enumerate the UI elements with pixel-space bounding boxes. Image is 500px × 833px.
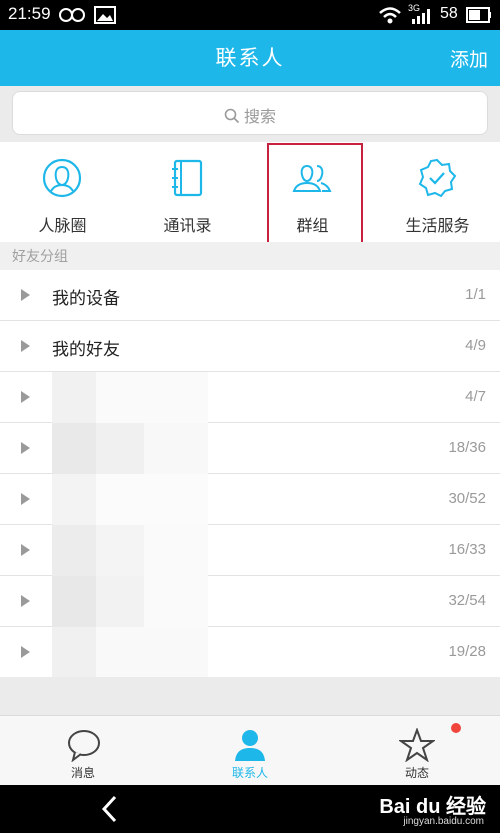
- expand-arrow-icon: [21, 340, 30, 352]
- group-name: 我的设备: [52, 289, 120, 309]
- star-icon: [399, 728, 435, 762]
- obscured-group-name: [52, 627, 208, 678]
- expand-arrow-icon: [21, 544, 30, 556]
- battery-icon: [466, 7, 491, 23]
- watermark-brand: Bai du 经验: [379, 796, 486, 818]
- tab-moments[interactable]: 动态: [334, 716, 500, 786]
- expand-arrow-icon: [21, 595, 30, 607]
- list-item[interactable]: 我的好友 4/9: [0, 321, 500, 372]
- groups-highlight-box: [267, 143, 363, 253]
- notification-badge: [451, 723, 461, 733]
- list-item[interactable]: 4/7: [0, 372, 500, 423]
- service-badge-icon: [418, 158, 457, 198]
- infinity-icon: [59, 8, 85, 22]
- quick-item-address-book[interactable]: 通讯录: [125, 142, 250, 242]
- obscured-group-name: [52, 423, 208, 474]
- expand-arrow-icon: [21, 493, 30, 505]
- group-count: 16/33: [448, 541, 486, 558]
- expand-arrow-icon: [21, 646, 30, 658]
- quick-actions: 人脉圈 通讯录 群组 生活服务: [0, 142, 500, 242]
- app-header: 联系人 添加: [0, 30, 500, 86]
- quick-item-network-circle[interactable]: 人脉圈: [0, 142, 125, 242]
- search-icon: [224, 108, 240, 124]
- group-count: 19/28: [448, 643, 486, 660]
- group-count: 1/1: [465, 286, 486, 303]
- quick-label-address-book: 通讯录: [163, 216, 212, 235]
- signal-icon: [412, 9, 430, 24]
- battery-level: 58: [440, 5, 458, 22]
- person-circle-icon: [42, 158, 82, 198]
- search-placeholder: 搜索: [243, 107, 276, 126]
- expand-arrow-icon: [21, 391, 30, 403]
- search-area: 搜索: [0, 86, 500, 142]
- image-icon: [94, 6, 116, 24]
- section-label: 好友分组: [0, 242, 500, 270]
- status-bar: 21:59 3G 58: [0, 0, 500, 30]
- tab-messages[interactable]: 消息: [0, 716, 166, 786]
- group-count: 32/54: [448, 592, 486, 609]
- group-count: 4/9: [465, 337, 486, 354]
- chat-bubble-icon: [68, 730, 100, 762]
- quick-item-life-services[interactable]: 生活服务: [375, 142, 500, 242]
- group-count: 18/36: [448, 439, 486, 456]
- address-book-icon: [172, 159, 203, 197]
- add-button[interactable]: 添加: [450, 45, 488, 72]
- group-name: 我的好友: [52, 340, 120, 360]
- tab-contacts[interactable]: 联系人: [167, 716, 333, 786]
- list-item[interactable]: 18/36: [0, 423, 500, 474]
- expand-arrow-icon: [21, 289, 30, 301]
- obscured-group-name: [52, 474, 208, 525]
- group-count: 30/52: [448, 490, 486, 507]
- list-item[interactable]: 我的设备 1/1: [0, 270, 500, 321]
- obscured-group-name: [52, 576, 208, 627]
- contact-person-icon: [235, 730, 265, 761]
- friend-group-list: 我的设备 1/1 我的好友 4/9 4/7 18/36 30/52 16/33 …: [0, 270, 500, 678]
- back-arrow-icon[interactable]: [98, 794, 122, 824]
- list-item[interactable]: 16/33: [0, 525, 500, 576]
- page-title: 联系人: [215, 46, 285, 70]
- watermark-site: jingyan.baidu.com: [403, 816, 484, 827]
- list-item[interactable]: 32/54: [0, 576, 500, 627]
- obscured-group-name: [52, 372, 208, 423]
- tab-label-moments: 动态: [404, 766, 429, 780]
- tab-label-messages: 消息: [70, 766, 95, 780]
- list-item[interactable]: 19/28: [0, 627, 500, 678]
- expand-arrow-icon: [21, 442, 30, 454]
- search-placeholder-wrap: 搜索: [13, 103, 487, 127]
- bottom-tab-bar: 消息 联系人 动态: [0, 715, 500, 785]
- wifi-icon: [379, 7, 401, 24]
- tab-label-contacts: 联系人: [231, 766, 268, 780]
- quick-label-life-services: 生活服务: [405, 216, 470, 235]
- list-bottom-spacer: [0, 677, 500, 715]
- group-count: 4/7: [465, 388, 486, 405]
- status-time: 21:59: [8, 4, 51, 23]
- quick-label-network: 人脉圈: [38, 216, 87, 235]
- obscured-group-name: [52, 525, 208, 576]
- list-item[interactable]: 30/52: [0, 474, 500, 525]
- search-input[interactable]: 搜索: [12, 91, 488, 135]
